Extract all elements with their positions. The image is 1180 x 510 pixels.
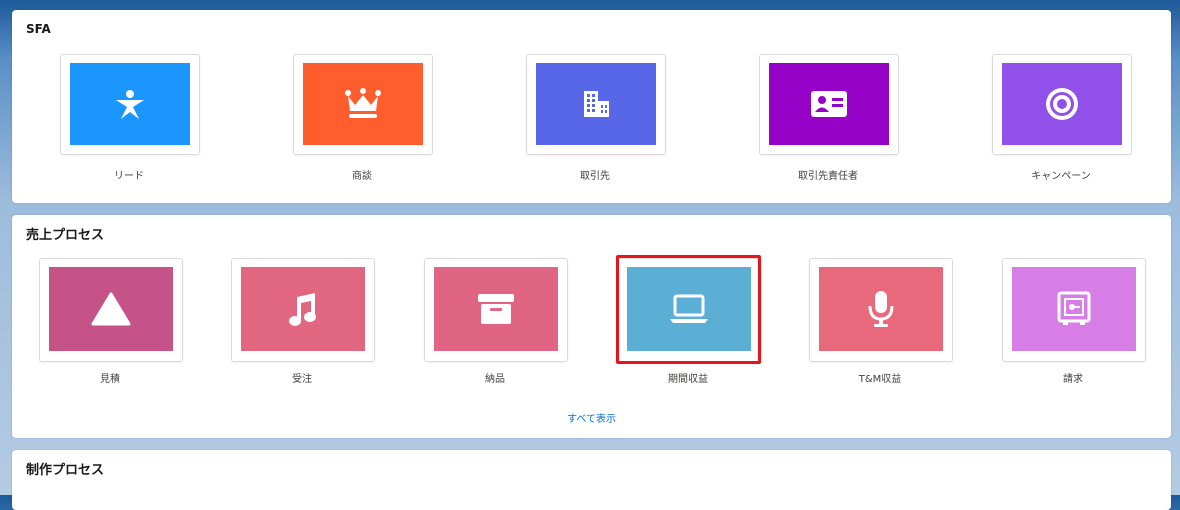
tile-quote-image: [49, 267, 173, 351]
tile-term-revenue-highlight: [616, 255, 761, 364]
tile-lead[interactable]: [60, 54, 200, 155]
sfa-title: SFA: [26, 22, 51, 36]
tile-contact-label[interactable]: 取引先責任者: [728, 167, 928, 182]
tile-billing-image: [1012, 267, 1136, 351]
tile-billing-label[interactable]: 請求: [973, 370, 1173, 385]
tile-opportunity[interactable]: [293, 54, 433, 155]
tile-campaign[interactable]: [992, 54, 1132, 155]
safe-icon: [1057, 291, 1091, 327]
tile-campaign-image: [1002, 63, 1122, 145]
tile-term-revenue-label[interactable]: 期間収益: [588, 370, 788, 385]
person-star-icon: [113, 87, 147, 121]
tile-quote-label[interactable]: 見積: [10, 370, 210, 385]
tile-account[interactable]: [526, 54, 666, 155]
tile-campaign-label[interactable]: キャンペーン: [961, 167, 1161, 182]
contact-card-icon: [810, 90, 848, 118]
crown-icon: [343, 87, 383, 121]
tile-order-image: [241, 267, 365, 351]
tile-billing[interactable]: [1002, 258, 1146, 362]
tile-tm-revenue[interactable]: [809, 258, 953, 362]
building-icon: [579, 87, 613, 121]
tile-contact-image: [769, 63, 889, 145]
tile-quote[interactable]: [39, 258, 183, 362]
archive-box-icon: [477, 293, 515, 325]
tile-account-image: [536, 63, 656, 145]
music-note-icon: [287, 291, 319, 327]
production-process-title: 制作プロセス: [26, 463, 105, 478]
tile-account-label[interactable]: 取引先: [495, 167, 695, 182]
sales-process-title: 売上プロセス: [26, 228, 105, 243]
tile-tm-revenue-image: [819, 267, 943, 351]
microphone-icon: [866, 290, 896, 328]
sfa-panel: SFA リード 商談 取引先 取引先責任者 キャンペーン: [12, 10, 1171, 203]
tile-opportunity-image: [303, 63, 423, 145]
production-process-panel: 制作プロセス: [12, 450, 1171, 510]
tile-delivery-label[interactable]: 納品: [395, 370, 595, 385]
tile-tm-revenue-label[interactable]: T&M収益: [780, 370, 980, 385]
tile-lead-label[interactable]: リード: [29, 167, 229, 182]
tile-contact[interactable]: [759, 54, 899, 155]
tile-order-label[interactable]: 受注: [202, 370, 402, 385]
tile-order[interactable]: [231, 258, 375, 362]
tile-lead-image: [70, 63, 190, 145]
tile-delivery-image: [434, 267, 558, 351]
sales-process-panel: 売上プロセス 見積 受注 納品 期間収益 T&M収益 請求 すべて表示: [12, 215, 1171, 438]
tile-opportunity-label[interactable]: 商談: [262, 167, 462, 182]
tile-delivery[interactable]: [424, 258, 568, 362]
target-icon: [1044, 86, 1080, 122]
triangle-icon: [91, 292, 131, 326]
show-all-link[interactable]: すべて表示: [12, 410, 1171, 425]
